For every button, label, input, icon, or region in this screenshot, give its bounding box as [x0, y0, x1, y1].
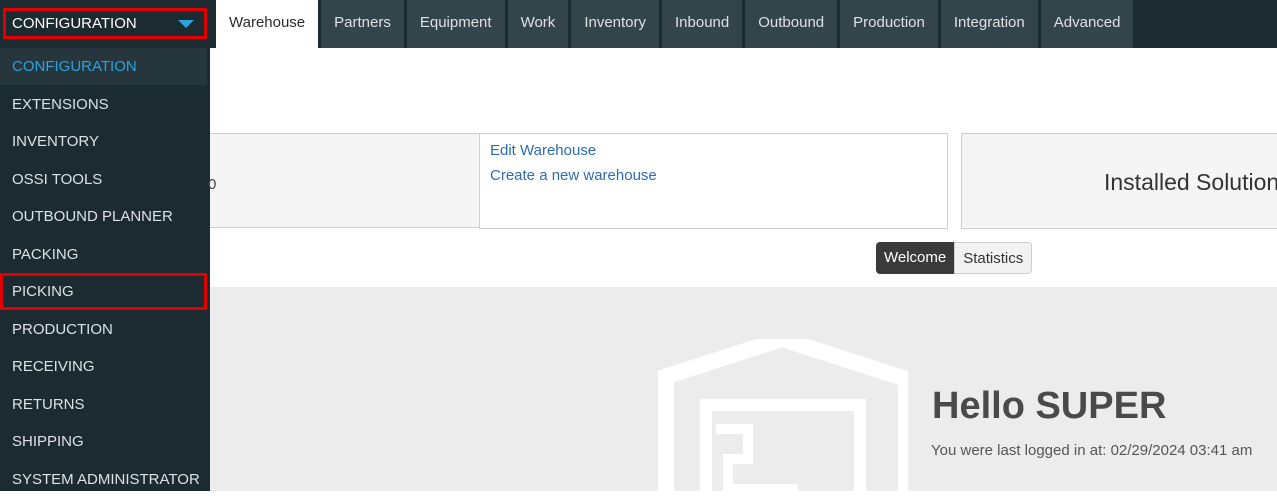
last-login-text: You were last logged in at: 02/29/2024 0… — [931, 442, 1253, 459]
menu-item-receiving[interactable]: RECEIVING — [0, 348, 207, 385]
edit-warehouse-link[interactable]: Edit Warehouse — [490, 142, 596, 159]
menu-item-system-administrator[interactable]: SYSTEM ADMINISTRATOR — [0, 461, 207, 498]
tab-outbound[interactable]: Outbound — [745, 0, 838, 48]
tab-integration[interactable]: Integration — [940, 0, 1038, 48]
statistics-toggle-button[interactable]: Statistics — [954, 242, 1033, 274]
top-navigation-bar: CONFIGURATION Warehouse Partners Equipme… — [0, 0, 1277, 48]
warehouse-logo-icon — [658, 339, 908, 491]
tab-equipment[interactable]: Equipment — [406, 0, 505, 48]
create-warehouse-link[interactable]: Create a new warehouse — [490, 167, 657, 184]
menu-item-ossi-tools[interactable]: OSSI TOOLS — [0, 161, 207, 198]
view-toggle: Welcome Statistics — [876, 242, 1033, 274]
tab-warehouse[interactable]: Warehouse — [216, 0, 319, 48]
menu-item-outbound-planner[interactable]: OUTBOUND PLANNER — [0, 198, 207, 235]
menu-item-inventory[interactable]: INVENTORY — [0, 123, 207, 160]
warehouse-actions-panel: Edit Warehouse Create a new warehouse — [479, 133, 948, 229]
warehouse-info-panel: 0 — [208, 133, 480, 228]
menu-item-shipping[interactable]: SHIPPING — [0, 423, 207, 460]
module-tabs: Warehouse Partners Equipment Work Invent… — [216, 0, 1136, 48]
tab-work[interactable]: Work — [507, 0, 569, 48]
greeting-heading: Hello SUPER — [932, 385, 1167, 427]
menu-item-picking[interactable]: PICKING — [0, 273, 207, 310]
welcome-panel: Hello SUPER You were last logged in at: … — [210, 287, 1277, 491]
module-select-dropdown[interactable]: CONFIGURATION — [3, 8, 207, 39]
tab-production[interactable]: Production — [840, 0, 938, 48]
installed-solutions-title: Installed Solutions — [1104, 169, 1277, 195]
module-select-value: CONFIGURATION — [12, 15, 137, 32]
tab-partners[interactable]: Partners — [321, 0, 404, 48]
menu-item-packing[interactable]: PACKING — [0, 236, 207, 273]
welcome-toggle-button[interactable]: Welcome — [876, 242, 955, 274]
menu-item-returns[interactable]: RETURNS — [0, 386, 207, 423]
dropdown-arrow-icon — [178, 20, 194, 28]
menu-item-production[interactable]: PRODUCTION — [0, 311, 207, 348]
menu-item-configuration[interactable]: CONFIGURATION — [0, 48, 207, 85]
tab-advanced[interactable]: Advanced — [1040, 0, 1134, 48]
menu-item-extensions[interactable]: EXTENSIONS — [0, 86, 207, 123]
tab-inventory[interactable]: Inventory — [571, 0, 660, 48]
warehouse-info-text: 0 — [208, 176, 217, 193]
module-dropdown-menu: CONFIGURATION EXTENSIONS INVENTORY OSSI … — [0, 48, 210, 491]
installed-solutions-panel: Installed Solutions — [961, 133, 1277, 229]
tab-inbound[interactable]: Inbound — [662, 0, 743, 48]
